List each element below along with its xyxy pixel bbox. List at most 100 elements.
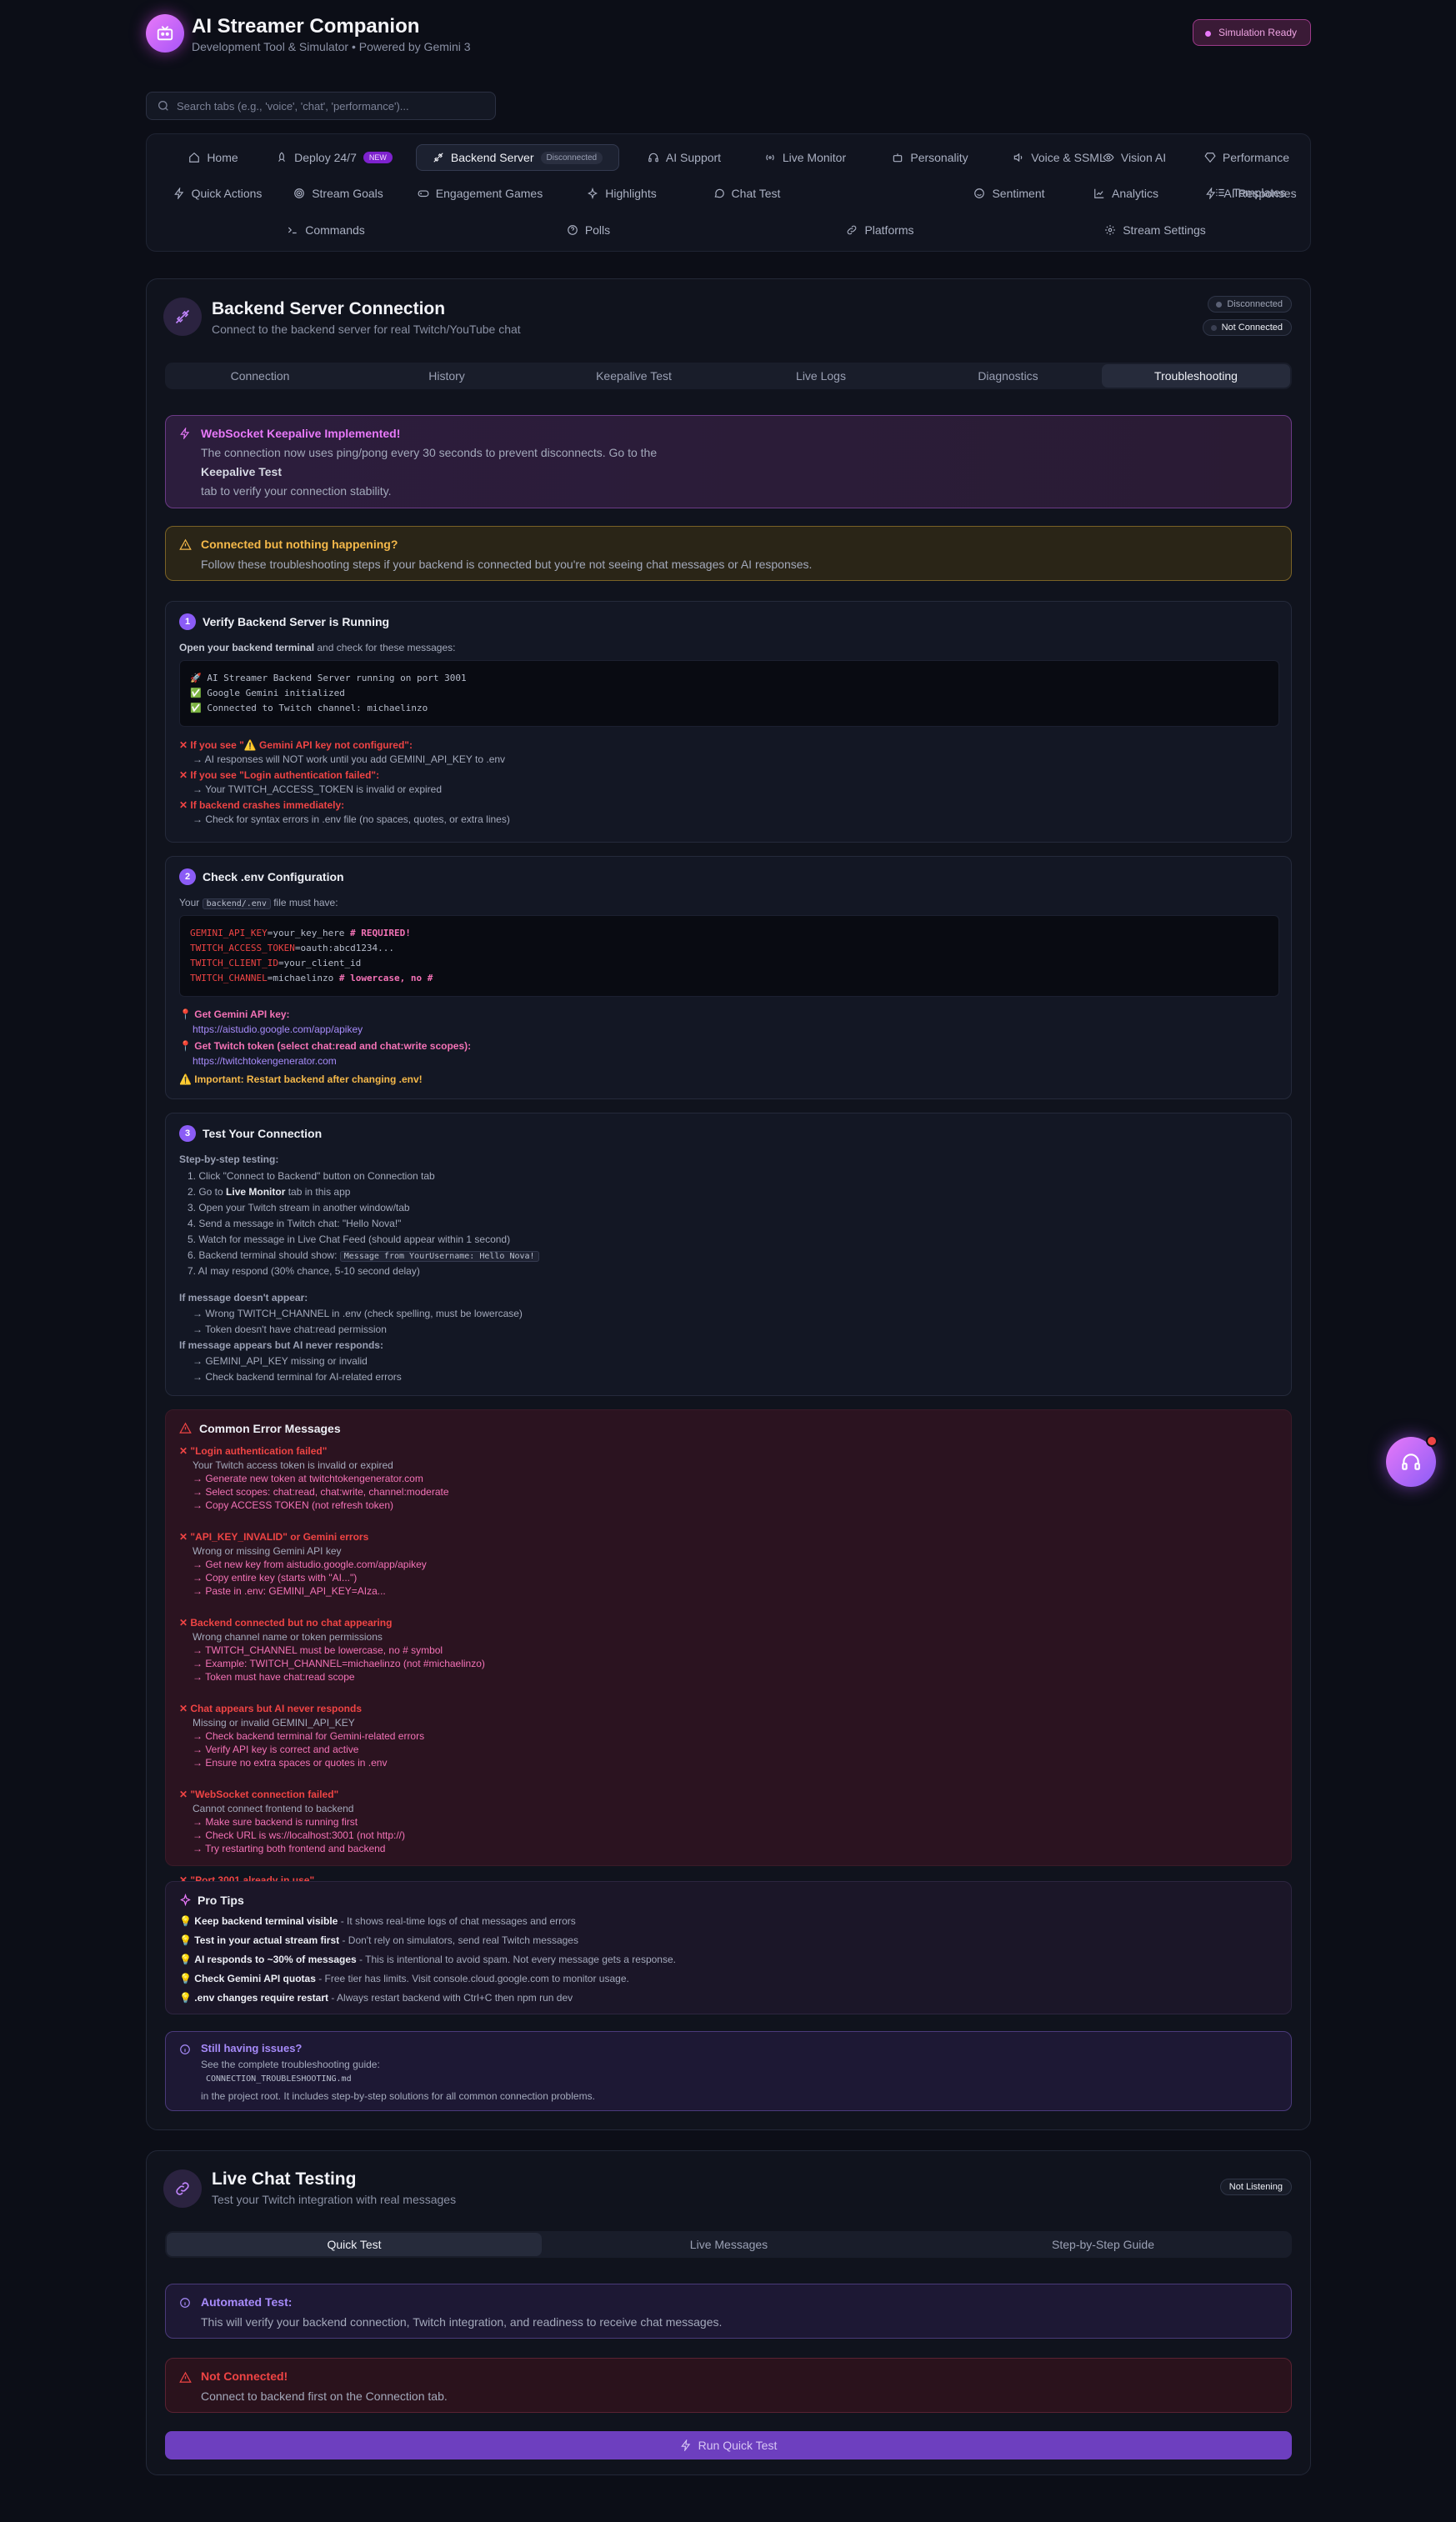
tab-step-by-step-guide[interactable]: Step-by-Step Guide [916, 2233, 1290, 2256]
tab-diagnostics[interactable]: Diagnostics [914, 364, 1102, 388]
tip-text: - It shows real-time logs of chat messag… [338, 1915, 576, 1927]
guide-filename: CONNECTION_TROUBLESHOOTING.md [206, 2074, 352, 2084]
step-sub: Step-by-step testing: [179, 1153, 279, 1165]
nav-backend-server[interactable]: Backend Server Disconnected [416, 144, 619, 171]
x-icon: ✕ [179, 1789, 191, 1800]
nav-label: Vision AI [1120, 151, 1167, 164]
nav-label: Quick Actions [191, 187, 263, 200]
test-step: 2. Go to Live Monitor tab in this app [188, 1186, 350, 1198]
app-subtitle: Development Tool & Simulator • Powered b… [192, 40, 471, 53]
tip-item: 💡 Test in your actual stream first - Don… [179, 1934, 578, 1946]
env-code-block: GEMINI_API_KEY=your_key_here # REQUIRED!… [179, 915, 1279, 997]
nav-ai-support[interactable]: AI Support [630, 144, 738, 171]
rocket-icon [278, 152, 286, 163]
tab-live-messages[interactable]: Live Messages [542, 2233, 916, 2256]
test-step: 5. Watch for message in Live Chat Feed (… [188, 1233, 511, 1245]
tab-troubleshooting[interactable]: Troubleshooting [1102, 364, 1290, 388]
nav-performance[interactable]: Performance [1188, 144, 1305, 171]
nav-tabs: Home Deploy 24/7 NEW Backend Server Discon… [146, 133, 1311, 252]
intro-text: file must have: [273, 897, 338, 908]
error-fix: → Paste in .env: GEMINI_API_KEY=AIza... [193, 1585, 386, 1597]
notice-keepalive-link[interactable]: Keepalive Test [201, 465, 282, 478]
nav-commands[interactable]: Commands [255, 217, 397, 243]
nav-highlights[interactable]: Highlights [568, 180, 676, 207]
error-fix: → Generate new token at twitchtokengener… [193, 1473, 423, 1484]
env-val: =michaelinzo [267, 973, 334, 983]
error-fix: → Check backend terminal for Gemini-rela… [193, 1730, 425, 1742]
tab-quick-test[interactable]: Quick Test [167, 2233, 542, 2256]
search-input[interactable] [177, 93, 485, 119]
card-title: Backend Server Connection [212, 299, 446, 318]
home-icon [189, 152, 200, 163]
step-text: 6. Backend terminal should show: [188, 1249, 340, 1261]
run-quick-test-button[interactable]: Run Quick Test [165, 2431, 1292, 2459]
nav-stream-goals[interactable]: Stream Goals [280, 180, 397, 207]
nav-label: Commands [305, 223, 365, 237]
chat-icon [714, 188, 724, 198]
eye-icon [1103, 153, 1114, 162]
step-number: 1 [179, 613, 196, 630]
simulation-status-badge: Simulation Ready [1192, 19, 1311, 46]
nav-label: Platforms [864, 223, 914, 237]
env-comment: # REQUIRED! [344, 928, 411, 938]
run-label: Run Quick Test [698, 2439, 778, 2452]
common-errors-panel: Common Error Messages ✕ "Login authentic… [165, 1409, 1292, 1927]
twitch-token-link[interactable]: https://twitchtokengenerator.com [193, 1055, 337, 1067]
tab-live-logs[interactable]: Live Logs [728, 364, 914, 388]
nav-live-monitor[interactable]: Live Monitor [743, 144, 868, 171]
nav-chat-test[interactable]: Chat Test [693, 180, 801, 207]
smile-icon [974, 188, 985, 198]
tip-bold: Keep backend terminal visible [194, 1915, 338, 1927]
nav-deploy[interactable]: Deploy 24/7 NEW [268, 144, 401, 171]
cause-item: → GEMINI_API_KEY missing or invalid [193, 1355, 368, 1367]
nav-sentiment[interactable]: Sentiment [959, 180, 1059, 207]
nc-title: Not Connected! [201, 2369, 288, 2383]
tab-keepalive-test[interactable]: Keepalive Test [540, 364, 728, 388]
gemini-key-link[interactable]: https://aistudio.google.com/app/apikey [193, 1023, 363, 1035]
not-connected-panel: Not Connected! Connect to backend first … [165, 2358, 1292, 2413]
still-line: See the complete troubleshooting guide: [201, 2059, 380, 2070]
nav-analytics[interactable]: Analytics [1080, 180, 1172, 207]
env-comment: # lowercase, no # [333, 973, 433, 983]
nav-engagement-games[interactable]: Engagement Games [405, 180, 555, 207]
tab-history[interactable]: History [353, 364, 540, 388]
headset-icon [648, 153, 658, 163]
test-step: 1. Click "Connect to Backend" button on … [188, 1170, 435, 1182]
tip-item: 💡 Check Gemini API quotas - Free tier ha… [179, 1973, 629, 1984]
nav-label: Stream Settings [1123, 223, 1206, 237]
bot-icon [893, 153, 903, 163]
speaker-icon [1014, 153, 1023, 163]
nav-stream-settings[interactable]: Stream Settings [1072, 217, 1238, 243]
nav-home[interactable]: Home [163, 144, 263, 171]
nav-personality[interactable]: Personality [872, 144, 988, 171]
step-title: Verify Backend Server is Running [203, 615, 390, 628]
nav-label: Sentiment [992, 187, 1045, 200]
nav-label: Stream Goals [312, 187, 383, 200]
nav-polls[interactable]: Polls [513, 217, 663, 243]
tip-bold: AI responds to ~30% of messages [194, 1954, 357, 1965]
ai-support-fab[interactable] [1386, 1435, 1438, 1487]
nav-platforms[interactable]: Platforms [805, 217, 955, 243]
step-number: 3 [179, 1125, 196, 1142]
env-val: =your_key_here [267, 928, 345, 938]
notification-dot [1426, 1435, 1438, 1447]
tab-connection[interactable]: Connection [167, 364, 353, 388]
nav-quick-actions[interactable]: Quick Actions [159, 180, 276, 207]
nav-vision-ai[interactable]: Vision AI [1088, 144, 1180, 171]
backend-connection-card: Backend Server Connection Connect to the… [146, 278, 1311, 2130]
bulb-icon: 💡 [179, 1973, 195, 1984]
error-heading: ✕ Chat appears but AI never responds [179, 1703, 362, 1714]
error-fix: → TWITCH_CHANNEL must be lowercase, no #… [193, 1644, 443, 1656]
x-icon: ✕ [179, 799, 191, 811]
tip-text: - Don't rely on simulators, send real Tw… [339, 1934, 578, 1946]
restart-warning: ⚠️ Important: Restart backend after chan… [179, 1073, 423, 1085]
card-subtitle: Test your Twitch integration with real m… [212, 2193, 457, 2206]
step-test-connection: 3 Test Your Connection Step-by-step test… [165, 1113, 1292, 1396]
tips-title: Pro Tips [198, 1894, 244, 1907]
pro-tips-panel: Pro Tips 💡 Keep backend terminal visible… [165, 1881, 1292, 2014]
step-text: 2. Go to [188, 1186, 227, 1198]
intro-text: Your [179, 897, 200, 908]
error-head-text: Chat appears but AI never responds [190, 1703, 362, 1714]
error-desc: Missing or invalid GEMINI_API_KEY [193, 1717, 355, 1729]
nav-templates[interactable]: Templates [1200, 179, 1300, 206]
